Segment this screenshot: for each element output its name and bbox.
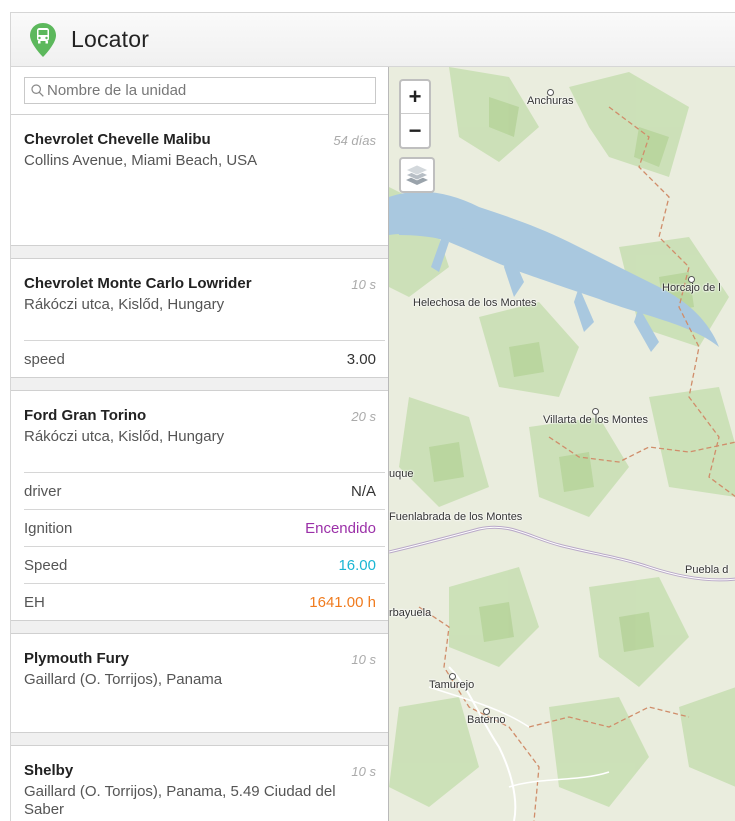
map-place-label: Baterno (467, 708, 506, 726)
unit-name: Plymouth Fury (24, 650, 130, 667)
zoom-out-button[interactable]: − (401, 114, 429, 147)
unit-params: speed 3.00 (24, 340, 385, 377)
map-place-label: Helechosa de los Montes (413, 297, 537, 309)
app-header: Locator (10, 12, 735, 67)
param-row: speed 3.00 (24, 340, 385, 377)
unit-name: Chevrolet Monte Carlo Lowrider (24, 275, 252, 292)
unit-card[interactable]: Ford Gran Torino 20 s Rákóczi utca, Kisl… (11, 391, 388, 621)
unit-card[interactable]: Chevrolet Chevelle Malibu 54 días Collin… (11, 115, 388, 246)
unit-last-update: 10 s (351, 764, 376, 779)
unit-params: driver N/A Ignition Encendido Speed 16.0… (24, 472, 385, 620)
unit-last-update: 20 s (351, 409, 376, 424)
unit-name: Ford Gran Torino (24, 407, 147, 424)
unit-card[interactable]: Shelby 10 s Gaillard (O. Torrijos), Pana… (11, 746, 388, 821)
param-name: EH (24, 593, 45, 611)
unit-address: Gaillard (O. Torrijos), Panama (24, 671, 223, 688)
map-place-label: Fuenlabrada de los Montes (389, 511, 523, 523)
param-value: N/A (350, 482, 376, 500)
param-row: Ignition Encendido (24, 509, 385, 546)
param-value: 1641.00 h (309, 593, 376, 611)
map-place-label: Anchuras (527, 89, 574, 107)
unit-card[interactable]: Chevrolet Monte Carlo Lowrider 10 s Rákó… (11, 259, 388, 378)
zoom-in-button[interactable]: + (401, 81, 429, 114)
param-value: Encendido (305, 519, 376, 537)
unit-name: Chevrolet Chevelle Malibu (24, 131, 211, 148)
map-place-label: uque (389, 468, 414, 480)
map-place-label: Puebla d (685, 564, 729, 576)
map-place-label: Tamurejo (429, 673, 475, 691)
app-title: Locator (71, 26, 150, 52)
unit-last-update: 10 s (351, 652, 376, 667)
param-name: Ignition (24, 519, 73, 537)
unit-address: Gaillard (O. Torrijos), Panama, 5.49 Ciu… (24, 783, 336, 818)
unit-address: Rákóczi utca, Kislőd, Hungary (24, 296, 225, 313)
unit-last-update: 10 s (351, 277, 376, 292)
unit-address: Rákóczi utca, Kislőd, Hungary (24, 428, 225, 445)
search-box (24, 77, 376, 104)
layers-button[interactable] (399, 157, 435, 193)
param-row: Speed 16.00 (24, 546, 385, 583)
param-row: EH 1641.00 h (24, 583, 385, 620)
param-value: 3.00 (346, 350, 376, 368)
search-input[interactable] (44, 82, 364, 99)
layers-icon (405, 164, 429, 185)
param-name: driver (24, 482, 62, 500)
param-name: Speed (24, 556, 68, 574)
map-place-label: Horcajo de l (662, 276, 721, 294)
param-name: speed (24, 350, 65, 368)
map-view[interactable]: Anchuras Helechosa de los Montes Horcajo… (388, 67, 735, 821)
units-sidebar: Chevrolet Chevelle Malibu 54 días Collin… (10, 67, 388, 821)
map-place-label: Villarta de los Montes (543, 408, 648, 426)
bus-location-pin-icon (30, 22, 56, 57)
search-icon (31, 84, 44, 97)
list-separator (11, 621, 388, 634)
param-row: driver N/A (24, 472, 385, 509)
list-separator (11, 378, 388, 391)
unit-last-update: 54 días (333, 133, 376, 148)
units-list: Chevrolet Chevelle Malibu 54 días Collin… (11, 114, 388, 821)
unit-name: Shelby (24, 762, 74, 779)
unit-address: Collins Avenue, Miami Beach, USA (24, 152, 258, 169)
map-place-label: rbayuela (389, 607, 432, 619)
unit-card[interactable]: Plymouth Fury 10 s Gaillard (O. Torrijos… (11, 634, 388, 733)
list-separator (11, 246, 388, 259)
map-tiles (389, 67, 735, 821)
list-separator (11, 733, 388, 746)
zoom-control: + − (399, 79, 431, 149)
param-value: 16.00 (338, 556, 376, 574)
